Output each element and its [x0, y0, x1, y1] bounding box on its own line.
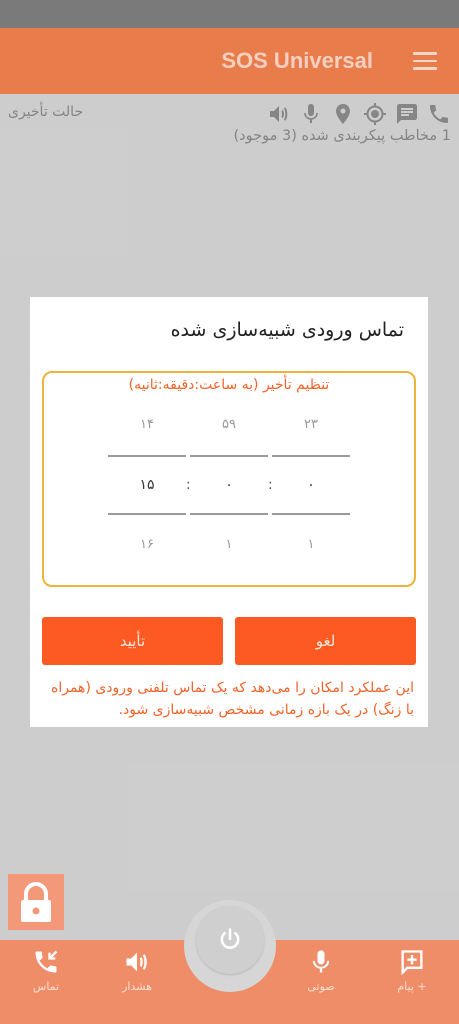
- missed-call-icon: [35, 950, 58, 973]
- system-status-bar: [0, 0, 459, 28]
- seconds-divider-top: [108, 455, 186, 457]
- minutes-prev-value[interactable]: ۵۹: [190, 417, 268, 432]
- picker-label: تنظیم تأخیر (به ساعت:دقیقه:ثانیه): [128, 377, 330, 393]
- hours-divider-top: [272, 455, 350, 457]
- nav-alarm[interactable]: هشدار: [107, 948, 167, 993]
- minutes-next-value[interactable]: ۱: [190, 537, 268, 552]
- seconds-divider-bottom: [108, 513, 186, 515]
- seconds-prev-value[interactable]: ۱۴: [108, 417, 186, 432]
- minutes-divider-top: [190, 455, 268, 457]
- nav-add-message-label: پیام +: [397, 980, 427, 993]
- nav-alarm-label: هشدار: [122, 980, 152, 993]
- nav-call-label: تماس: [32, 980, 60, 993]
- hours-divider-bottom: [272, 513, 350, 515]
- minutes-divider-bottom: [190, 513, 268, 515]
- seconds-next-value[interactable]: ۱۶: [108, 537, 186, 552]
- nav-voice-label: صوتی: [307, 980, 335, 993]
- cancel-button[interactable]: لغو: [235, 617, 416, 665]
- dialog-title: تماس ورودی شبیه‌سازی شده: [170, 319, 404, 341]
- hours-next-value[interactable]: ۱: [272, 537, 350, 552]
- microphone-icon: [312, 950, 330, 973]
- seconds-value[interactable]: ۱۵: [108, 477, 186, 493]
- confirm-button[interactable]: تأیید: [42, 617, 223, 665]
- simulated-call-dialog: تماس ورودی شبیه‌سازی شده تنظیم تأخیر (به…: [30, 297, 428, 727]
- hours-prev-value[interactable]: ۲۳: [272, 417, 350, 432]
- nav-call[interactable]: تماس: [16, 948, 76, 993]
- minutes-value[interactable]: ۰: [190, 477, 268, 493]
- power-icon: [220, 928, 240, 949]
- delay-time-picker: تنظیم تأخیر (به ساعت:دقیقه:ثانیه) ۱۴ ۱۵ …: [42, 371, 416, 587]
- nav-voice[interactable]: صوتی: [291, 948, 351, 993]
- lock-icon: [21, 881, 51, 922]
- dialog-description: این عملکرد امکان را می‌دهد که یک تماس تل…: [51, 680, 414, 718]
- lock-button[interactable]: [8, 874, 64, 930]
- power-button[interactable]: [196, 906, 264, 974]
- add-message-icon: [401, 950, 423, 976]
- nav-add-message[interactable]: پیام +: [382, 948, 442, 993]
- alarm-speaker-icon: [126, 952, 147, 972]
- hours-value[interactable]: ۰: [272, 477, 350, 493]
